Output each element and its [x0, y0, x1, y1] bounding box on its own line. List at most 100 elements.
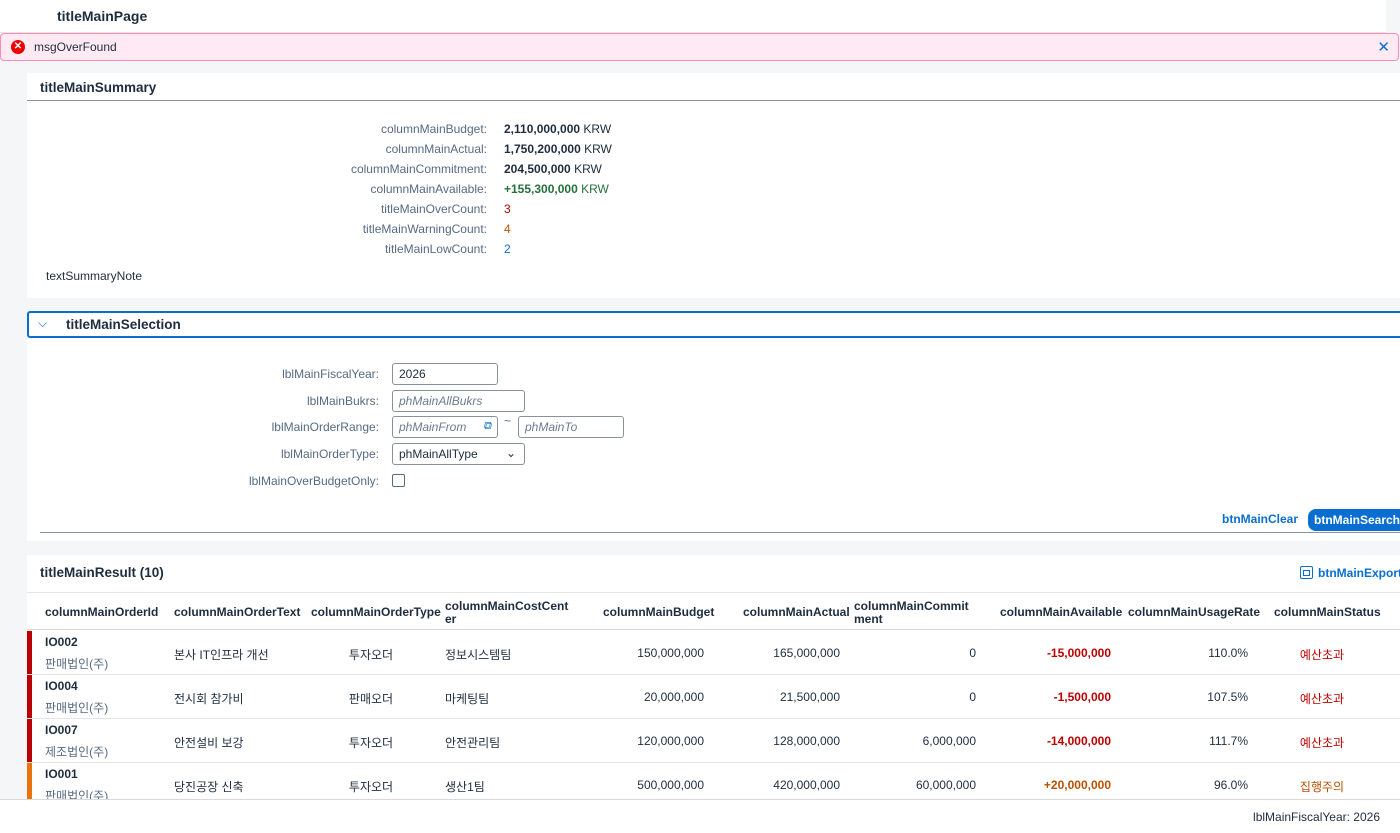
chevron-down-icon: ⌄	[505, 446, 516, 460]
budget: 20,000,000	[643, 690, 704, 704]
usage-rate: 111.7%	[1209, 734, 1248, 748]
summary-label: titleMainWarningCount:	[362, 222, 487, 236]
column-header[interactable]: columnMainCostCenter	[445, 600, 569, 626]
column-header[interactable]: columnMainUsageRate	[1128, 606, 1260, 619]
status-text: 예산초과	[1299, 736, 1345, 750]
order-type-select[interactable]: phMainAllType ⌄	[392, 443, 525, 465]
export-button[interactable]: btnMainExportC	[1300, 566, 1400, 580]
company-name: 판매법인(주)	[45, 701, 109, 715]
fiscal-year-label: lblMainFiscalYear:	[282, 367, 379, 381]
clear-button[interactable]: btnMainClear	[1222, 512, 1298, 526]
selection-header[interactable]: ⌵ titleMainSelection	[27, 311, 1400, 338]
summary-amount: 204,500,000	[504, 162, 571, 176]
company-name: 제조법인(주)	[45, 745, 109, 759]
table-header: columnMainOrderId columnMainOrderText co…	[27, 592, 1400, 630]
order-from-placeholder: phMainFrom	[399, 420, 467, 434]
status-text: 예산초과	[1299, 648, 1345, 662]
page-header: titleMainPage	[0, 0, 1386, 33]
order-from-input[interactable]: phMainFrom ⧉	[392, 416, 498, 438]
order-id: IO007	[45, 723, 78, 737]
company-name: 판매법인(주)	[45, 657, 109, 671]
table-row[interactable]: IO004 판매법인(주) 전시회 참가비 판매오더 마케팅팀 20,000,000 21,…	[27, 675, 1400, 719]
table-row[interactable]: IO002 판매법인(주) 본사 IT인프라 개선 투자오더 정보시스템팀 150,000…	[27, 631, 1400, 675]
summary-label: columnMainActual:	[385, 142, 487, 156]
scrollbar[interactable]	[1386, 0, 1400, 33]
order-text: 당진공장 신축	[174, 780, 244, 794]
commitment: 6,000,000	[922, 734, 976, 748]
summary-amount: 4	[504, 222, 511, 236]
actual: 21,500,000	[779, 690, 840, 704]
divider	[40, 532, 1400, 533]
error-message-strip: ✕ msgOverFound ✕	[0, 33, 1399, 61]
status-bar: lblMainFiscalYear: 2026	[0, 799, 1400, 833]
summary-unit: KRW	[581, 182, 609, 196]
column-header[interactable]: columnMainCommitment	[854, 600, 978, 626]
fiscal-year-input[interactable]: 2026	[392, 363, 498, 385]
budget: 500,000,000	[637, 778, 704, 792]
actual: 128,000,000	[773, 734, 840, 748]
summary-row: titleMainOverCount: 3	[27, 199, 667, 219]
page-title: titleMainPage	[57, 8, 148, 24]
status-text: 예산초과	[1299, 692, 1345, 706]
column-header[interactable]: columnMainBudget	[603, 606, 714, 619]
status-text: 집행주의	[1299, 780, 1345, 794]
order-range-row: lblMainOrderRange: phMainFrom ⧉ ~ phMain…	[27, 414, 727, 438]
order-type: 투자오더	[348, 736, 394, 750]
order-text: 전시회 참가비	[174, 692, 244, 706]
cost-center: 안전관리팀	[445, 736, 501, 750]
export-icon	[1300, 566, 1313, 579]
summary-title: titleMainSummary	[40, 80, 157, 95]
selection-panel: ⌵ titleMainSelection lblMainFiscalYear: …	[27, 311, 1400, 541]
column-header[interactable]: columnMainActual	[743, 606, 850, 619]
summary-label: columnMainCommitment:	[350, 162, 487, 176]
summary-value: 3	[504, 202, 511, 216]
close-icon[interactable]: ✕	[1377, 38, 1390, 56]
usage-rate: 96.0%	[1213, 778, 1248, 792]
column-header[interactable]: columnMainAvailable	[1000, 606, 1122, 619]
column-header[interactable]: columnMainOrderText	[174, 606, 300, 619]
chevron-down-icon[interactable]: ⌵	[38, 316, 47, 331]
column-header[interactable]: columnMainOrderType	[311, 606, 441, 619]
order-type: 투자오더	[348, 648, 394, 662]
cost-center: 생산1팀	[445, 780, 485, 794]
summary-amount: +155,300,000	[504, 182, 578, 196]
bukrs-row: lblMainBukrs: phMainAllBukrs	[27, 390, 727, 412]
usage-rate: 107.5%	[1207, 690, 1248, 704]
row-highlight	[27, 675, 32, 718]
commitment: 0	[969, 646, 976, 660]
summary-unit: KRW	[583, 122, 612, 136]
available: -14,000,000	[1046, 734, 1111, 748]
summary-row: titleMainLowCount: 2	[27, 239, 667, 259]
summary-amount: 2,110,000,000	[504, 122, 581, 136]
summary-value: 2,110,000,000 KRW	[504, 122, 611, 136]
status-text: lblMainFiscalYear: 2026	[1253, 810, 1380, 824]
column-header[interactable]: columnMainStatus	[1274, 606, 1381, 619]
order-id: IO001	[45, 767, 78, 781]
order-id: IO002	[45, 635, 78, 649]
fiscal-year-row: lblMainFiscalYear: 2026	[27, 363, 727, 385]
order-to-input[interactable]: phMainTo	[518, 416, 624, 438]
summary-amount: 1,750,200,000	[504, 142, 581, 156]
column-header[interactable]: columnMainOrderId	[45, 606, 158, 619]
error-icon: ✕	[11, 40, 25, 54]
order-id: IO004	[45, 679, 78, 693]
order-type-row: lblMainOrderType: phMainAllType ⌄	[27, 443, 727, 465]
result-panel: titleMainResult (10) btnMainExportC colu…	[27, 555, 1400, 807]
available: +20,000,000	[1043, 778, 1111, 792]
summary-value: 2	[504, 242, 511, 256]
over-budget-checkbox[interactable]	[392, 474, 405, 487]
summary-label: columnMainBudget:	[380, 122, 487, 136]
range-separator: ~	[504, 414, 512, 428]
search-button[interactable]: btnMainSearch	[1308, 509, 1400, 531]
table-row[interactable]: IO007 제조법인(주) 안전설비 보강 투자오더 안전관리팀 120,000,000 1…	[27, 719, 1400, 763]
value-help-icon[interactable]: ⧉	[483, 420, 491, 433]
commitment: 0	[969, 690, 976, 704]
row-highlight	[27, 719, 32, 762]
summary-value: 204,500,000 KRW	[504, 162, 602, 176]
summary-row: titleMainWarningCount: 4	[27, 219, 667, 239]
summary-amount: 3	[504, 202, 511, 216]
actual: 420,000,000	[773, 778, 840, 792]
order-text: 본사 IT인프라 개선	[174, 648, 269, 662]
bukrs-input[interactable]: phMainAllBukrs	[392, 390, 525, 412]
summary-label: columnMainAvailable:	[370, 182, 487, 196]
